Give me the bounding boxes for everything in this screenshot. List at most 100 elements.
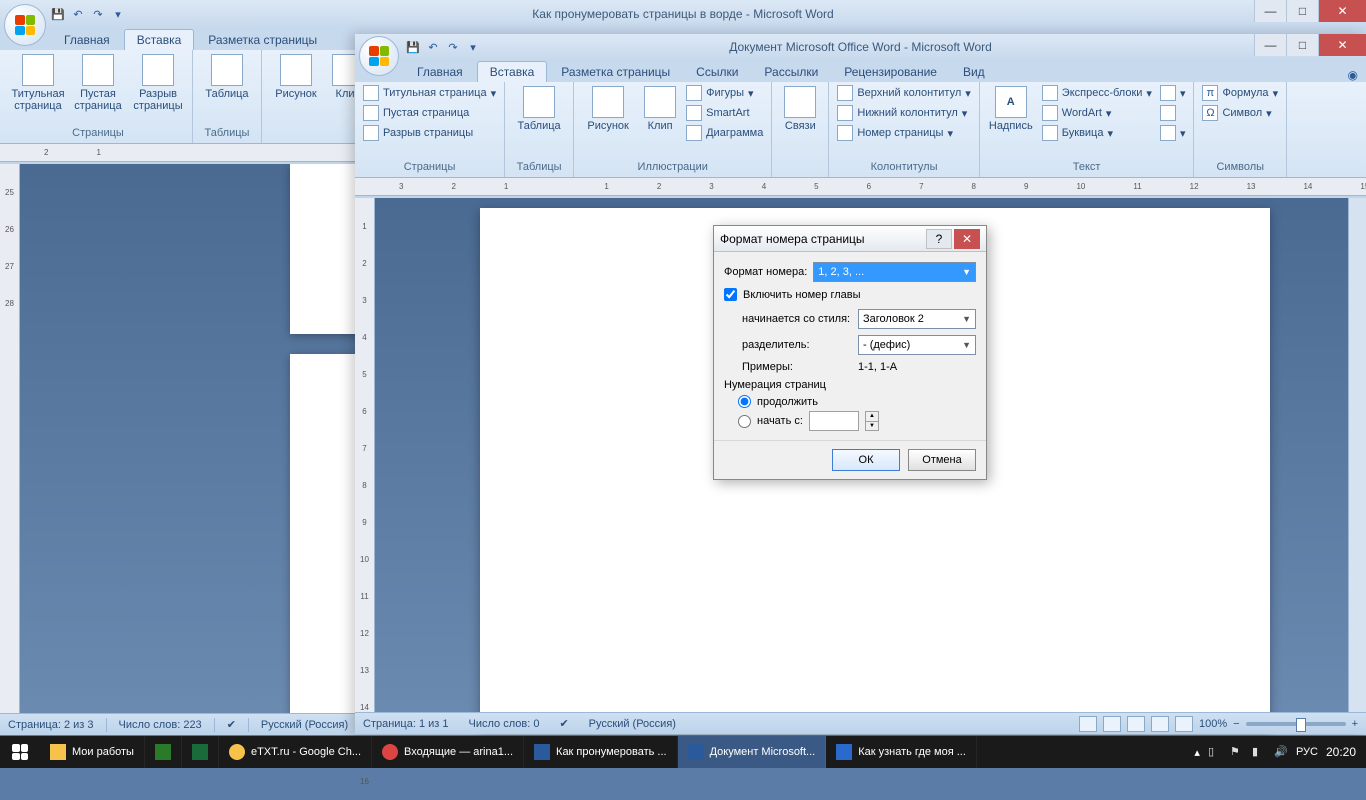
view-draft-button[interactable] <box>1175 716 1193 732</box>
view-web-button[interactable] <box>1127 716 1145 732</box>
office-button[interactable] <box>4 4 46 46</box>
taskbar-item[interactable]: Как узнать где моя ... <box>826 736 977 768</box>
taskbar-item[interactable]: Документ Microsoft... <box>678 736 827 768</box>
start-at-radio[interactable] <box>738 415 751 428</box>
undo-icon[interactable]: ↶ <box>425 39 441 55</box>
tab-insert[interactable]: Вставка <box>477 61 548 82</box>
picture-button[interactable]: Рисунок <box>580 84 636 134</box>
datetime-button[interactable] <box>1158 104 1188 122</box>
save-icon[interactable]: 💾 <box>50 6 66 22</box>
table-button[interactable]: Таблица <box>199 52 255 102</box>
tab-insert[interactable]: Вставка <box>124 29 195 50</box>
undo-icon[interactable]: ↶ <box>70 6 86 22</box>
tab-layout[interactable]: Разметка страницы <box>196 30 329 50</box>
view-outline-button[interactable] <box>1151 716 1169 732</box>
start-at-spinner[interactable]: ▲▼ <box>865 411 879 431</box>
continue-radio[interactable] <box>738 395 751 408</box>
maximize-button[interactable]: □ <box>1286 34 1318 56</box>
network-icon[interactable]: ▮ <box>1252 745 1266 759</box>
tab-home[interactable]: Главная <box>405 62 475 82</box>
dialog-close-button[interactable]: ✕ <box>954 229 980 249</box>
volume-icon[interactable]: 🔊 <box>1274 745 1288 759</box>
page-break-button[interactable]: Разрыв страницы <box>130 52 186 114</box>
ruler-horizontal[interactable]: 3211234567891011121314151617 <box>355 178 1366 196</box>
cover-page-button[interactable]: Титульная страница ▾ <box>361 84 498 102</box>
taskbar-item[interactable] <box>145 736 182 768</box>
tab-mail[interactable]: Рассылки <box>752 62 830 82</box>
table-button[interactable]: Таблица <box>511 84 567 134</box>
include-chapter-checkbox[interactable] <box>724 288 737 301</box>
tab-home[interactable]: Главная <box>52 30 122 50</box>
shapes-button[interactable]: Фигуры ▾ <box>684 84 765 102</box>
close-button[interactable]: ✕ <box>1318 0 1366 22</box>
picture-button[interactable]: Рисунок <box>268 52 324 102</box>
zoom-slider[interactable] <box>1246 722 1346 726</box>
clipart-button[interactable]: Клип <box>640 84 680 134</box>
equation-button[interactable]: πФормула ▾ <box>1200 84 1280 102</box>
zoom-out-button[interactable]: − <box>1233 718 1239 730</box>
taskbar-item[interactable]: Как пронумеровать ... <box>524 736 678 768</box>
tray-chevron-icon[interactable]: ▴ <box>1194 746 1200 759</box>
zoom-in-button[interactable]: + <box>1352 718 1358 730</box>
help-icon[interactable]: ◉ <box>1340 68 1366 82</box>
page-number-button[interactable]: Номер страницы ▾ <box>835 124 955 142</box>
tab-refs[interactable]: Ссылки <box>684 62 750 82</box>
status-words[interactable]: Число слов: 223 <box>119 719 202 731</box>
close-button[interactable]: ✕ <box>1318 34 1366 56</box>
tab-review[interactable]: Рецензирование <box>832 62 949 82</box>
chart-button[interactable]: Диаграмма <box>684 124 765 142</box>
taskbar-item[interactable]: eTXT.ru - Google Ch... <box>219 736 372 768</box>
qat-more-icon[interactable]: ▾ <box>110 6 126 22</box>
maximize-button[interactable]: □ <box>1286 0 1318 22</box>
scrollbar-vertical[interactable] <box>1348 198 1366 712</box>
smartart-button[interactable]: SmartArt <box>684 104 765 122</box>
zoom-percent[interactable]: 100% <box>1199 718 1227 730</box>
ruler-vertical[interactable]: 12345678910111213141516 <box>355 198 375 712</box>
ok-button[interactable]: ОК <box>832 449 900 471</box>
number-format-select[interactable]: 1, 2, 3, ...▼ <box>813 262 976 282</box>
taskbar-item[interactable]: Мои работы <box>40 736 145 768</box>
minimize-button[interactable]: — <box>1254 0 1286 22</box>
spellcheck-icon[interactable]: ✔ <box>559 717 568 730</box>
redo-icon[interactable]: ↷ <box>445 39 461 55</box>
footer-button[interactable]: Нижний колонтитул ▾ <box>835 104 969 122</box>
links-button[interactable]: Связи <box>778 84 822 134</box>
cancel-button[interactable]: Отмена <box>908 449 976 471</box>
view-print-button[interactable] <box>1079 716 1097 732</box>
status-lang[interactable]: Русский (Россия) <box>589 718 676 730</box>
symbol-button[interactable]: ΩСимвол ▾ <box>1200 104 1273 122</box>
tray-icon[interactable]: ⚑ <box>1230 745 1244 759</box>
tab-layout[interactable]: Разметка страницы <box>549 62 682 82</box>
textbox-button[interactable]: AНадпись <box>986 84 1036 134</box>
signature-button[interactable]: ▾ <box>1158 84 1188 102</box>
redo-icon[interactable]: ↷ <box>90 6 106 22</box>
view-reading-button[interactable] <box>1103 716 1121 732</box>
quickparts-button[interactable]: Экспресс-блоки ▾ <box>1040 84 1154 102</box>
tray-icon[interactable]: ▯ <box>1208 745 1222 759</box>
separator-select[interactable]: - (дефис)▼ <box>858 335 976 355</box>
clock[interactable]: 20:20 <box>1326 745 1356 759</box>
minimize-button[interactable]: — <box>1254 34 1286 56</box>
status-page[interactable]: Страница: 1 из 1 <box>363 718 449 730</box>
blank-page-button[interactable]: Пустая страница <box>70 52 126 114</box>
status-words[interactable]: Число слов: 0 <box>469 718 540 730</box>
qat-more-icon[interactable]: ▾ <box>465 39 481 55</box>
wordart-button[interactable]: WordArt ▾ <box>1040 104 1154 122</box>
save-icon[interactable]: 💾 <box>405 39 421 55</box>
start-button[interactable] <box>0 736 40 768</box>
spellcheck-icon[interactable]: ✔ <box>227 718 236 731</box>
header-button[interactable]: Верхний колонтитул ▾ <box>835 84 972 102</box>
page-break-button[interactable]: Разрыв страницы <box>361 124 475 142</box>
cover-page-button[interactable]: Титульная страница <box>10 52 66 114</box>
status-lang[interactable]: Русский (Россия) <box>261 719 348 731</box>
starts-style-select[interactable]: Заголовок 2▼ <box>858 309 976 329</box>
status-page[interactable]: Страница: 2 из 3 <box>8 719 94 731</box>
dialog-help-button[interactable]: ? <box>926 229 952 249</box>
office-button[interactable] <box>359 36 399 76</box>
dialog-titlebar[interactable]: Формат номера страницы ? ✕ <box>714 226 986 252</box>
input-lang[interactable]: РУС <box>1296 746 1318 758</box>
tab-view[interactable]: Вид <box>951 62 997 82</box>
dropcap-button[interactable]: Буквица ▾ <box>1040 124 1154 142</box>
start-at-input[interactable] <box>809 411 859 431</box>
object-button[interactable]: ▾ <box>1158 124 1188 142</box>
